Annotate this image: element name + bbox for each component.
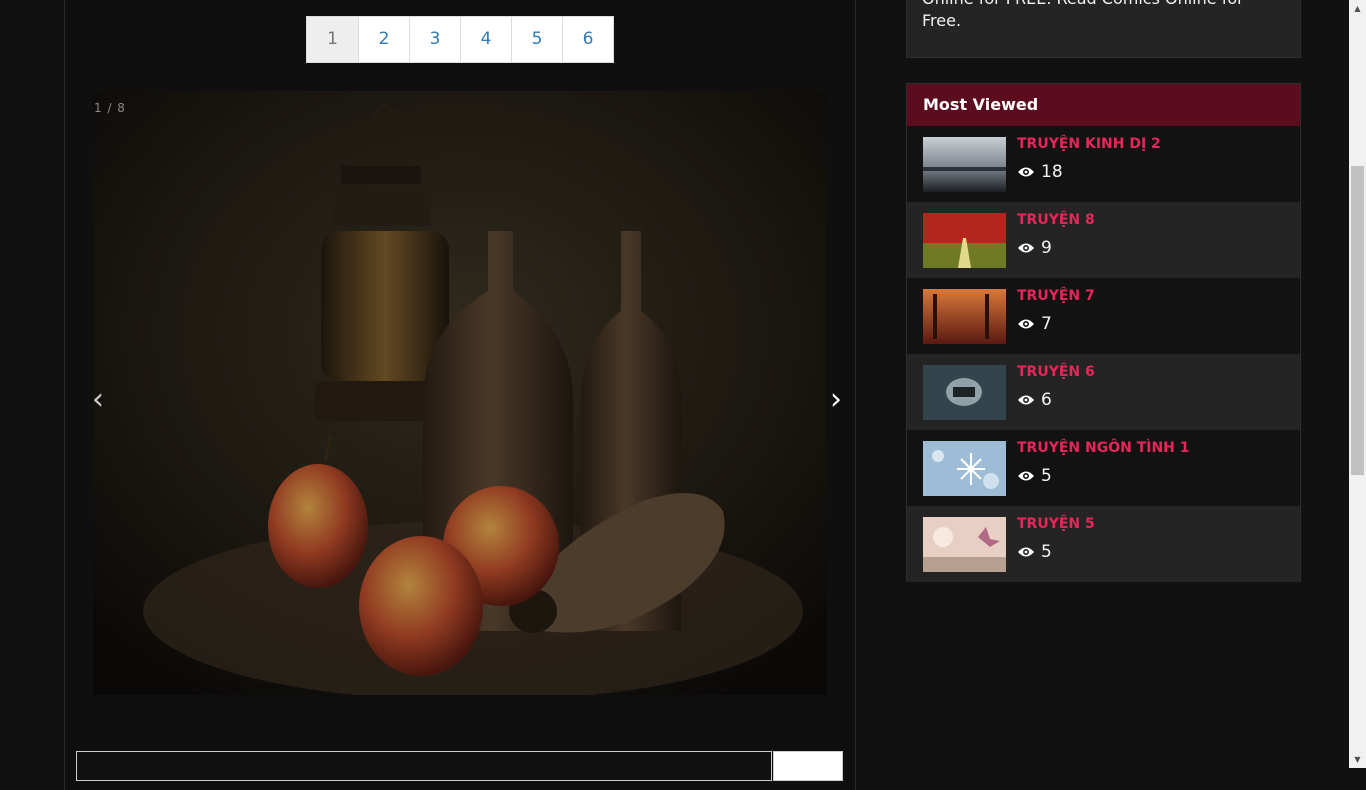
thumbnail-image[interactable] [923, 441, 1006, 496]
eye-icon [1018, 471, 1034, 481]
scroll-down-icon[interactable]: ▼ [1349, 751, 1366, 768]
story-title[interactable]: TRUYỆN 8 [1017, 212, 1095, 228]
list-item[interactable]: TRUYỆN KINH DỊ 2 18 [907, 126, 1300, 202]
page-2-button[interactable]: 2 [358, 17, 409, 62]
view-count-value: 6 [1041, 390, 1052, 410]
page-4-button[interactable]: 4 [460, 17, 511, 62]
thumbnail-image[interactable] [923, 365, 1006, 420]
list-item[interactable]: TRUYỆN 5 5 [907, 506, 1300, 582]
slide-counter: 1 / 8 [94, 101, 126, 115]
slider-prev-button[interactable]: ‹ [92, 385, 104, 415]
thumbnail-image[interactable] [923, 137, 1006, 192]
thumbnail-image[interactable] [923, 289, 1006, 344]
list-item[interactable]: TRUYỆN NGÔN TÌNH 1 5 [907, 430, 1300, 506]
view-count-value: 9 [1041, 238, 1052, 258]
story-title[interactable]: TRUYỆN 7 [1017, 288, 1095, 304]
list-item[interactable]: TRUYỆN 8 9 [907, 202, 1300, 278]
story-title[interactable]: TRUYỆN 5 [1017, 516, 1095, 532]
slide-image [93, 91, 827, 695]
most-viewed-panel: Most Viewed TRUYỆN KINH DỊ 2 18 TRUYỆN 8… [906, 83, 1301, 582]
page-5-button[interactable]: 5 [511, 17, 562, 62]
eye-icon [1018, 167, 1034, 177]
page-1-button[interactable]: 1 [307, 17, 358, 62]
view-count: 7 [1017, 314, 1052, 334]
list-item[interactable]: TRUYỆN 7 7 [907, 278, 1300, 354]
view-count: 6 [1017, 390, 1052, 410]
view-count: 18 [1017, 162, 1063, 182]
page-3-button[interactable]: 3 [409, 17, 460, 62]
comment-input[interactable] [76, 751, 772, 781]
view-count: 5 [1017, 466, 1052, 486]
eye-icon [1018, 395, 1034, 405]
story-title[interactable]: TRUYỆN KINH DỊ 2 [1017, 136, 1161, 152]
view-count-value: 7 [1041, 314, 1052, 334]
scrollbar-thumb[interactable] [1351, 166, 1364, 475]
story-title[interactable]: TRUYỆN 6 [1017, 364, 1095, 380]
thumbnail-image[interactable] [923, 213, 1006, 268]
view-count-value: 5 [1041, 542, 1052, 562]
view-count: 5 [1017, 542, 1052, 562]
list-item[interactable]: TRUYỆN 6 6 [907, 354, 1300, 430]
view-count: 9 [1017, 238, 1052, 258]
page-scrollbar[interactable]: ▲ ▼ [1349, 0, 1366, 768]
eye-icon [1018, 319, 1034, 329]
eye-icon [1018, 243, 1034, 253]
about-text: Online for FREE. Read Comics Online for … [922, 0, 1244, 30]
view-count-value: 5 [1041, 466, 1052, 486]
story-title[interactable]: TRUYỆN NGÔN TÌNH 1 [1017, 440, 1190, 456]
view-count-value: 18 [1041, 162, 1063, 182]
image-slider [93, 91, 827, 695]
slider-next-button[interactable]: › [830, 385, 842, 415]
scroll-up-icon[interactable]: ▲ [1349, 0, 1366, 17]
thumbnail-image[interactable] [923, 517, 1006, 572]
eye-icon [1018, 547, 1034, 557]
pagination: 1 2 3 4 5 6 [306, 16, 614, 63]
most-viewed-title: Most Viewed [907, 84, 1300, 126]
page-6-button[interactable]: 6 [562, 17, 613, 62]
comment-submit-button[interactable] [773, 751, 843, 781]
